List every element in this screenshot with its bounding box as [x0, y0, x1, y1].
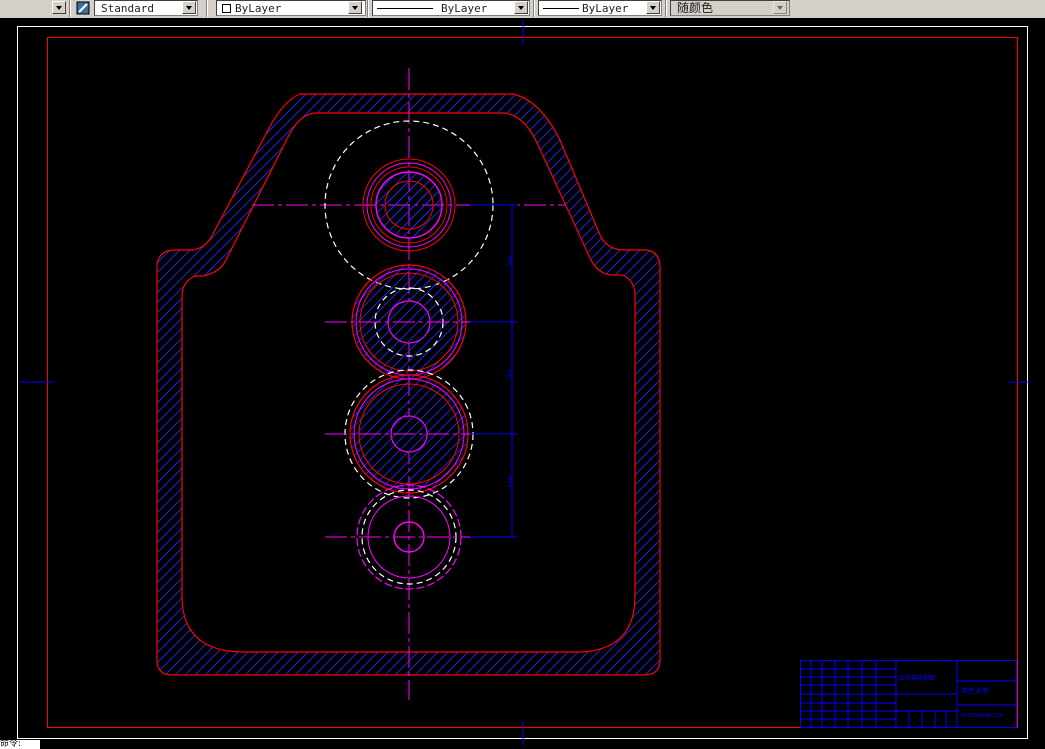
title-drawing-name: 齿轮箱装配图 [899, 674, 935, 682]
plot-style-dropdown-arrow [773, 1, 787, 14]
toolbar-separator [367, 0, 369, 17]
lineweight-dropdown-arrow[interactable] [646, 1, 660, 14]
lineweight-sample [543, 8, 579, 9]
title-school: 学生大学 [961, 686, 989, 695]
command-prompt: 命令: [0, 740, 40, 749]
plot-style-combo: 随颜色 [670, 0, 790, 16]
linetype-dropdown-arrow[interactable] [514, 1, 528, 14]
layer-value: ByLayer [235, 2, 282, 15]
text-style-icon[interactable] [76, 1, 90, 15]
toolbar-separator [533, 0, 535, 17]
title-drawing-number: 01000193J8-124 [961, 713, 1002, 719]
dimension-texts: 200 150 160 [507, 255, 514, 488]
dimension-text: 150 [507, 369, 514, 381]
plot-style-value: 随颜色 [677, 1, 714, 15]
linetype-combo[interactable]: ByLayer [372, 0, 530, 16]
dimension-text: 160 [507, 476, 514, 488]
layer-dropdown-arrow[interactable] [348, 1, 362, 14]
gear-3 [325, 369, 493, 499]
toolbar-separator [206, 0, 208, 17]
drawing-canvas[interactable]: 200 150 160 齿轮箱装配图 学生大学 01000193J8-124 [0, 18, 1045, 749]
toolbar-separator [69, 0, 71, 17]
toolbar-separator [665, 0, 667, 17]
cad-drawing[interactable]: 200 150 160 齿轮箱装配图 学生大学 01000193J8-124 [0, 18, 1045, 749]
layer-combo[interactable]: ByLayer [216, 0, 366, 16]
color-swatch-icon [222, 4, 231, 13]
sheet-inner-frame [47, 37, 1018, 728]
properties-toolbar: Standard ByLayer ByLayer ByLayer 随颜色 [0, 0, 1045, 19]
lineweight-combo[interactable]: ByLayer [538, 0, 662, 16]
text-style-dropdown-arrow[interactable] [182, 1, 196, 14]
text-style-value: Standard [101, 2, 154, 15]
linetype-value: ByLayer [441, 2, 488, 15]
gear-2 [325, 264, 493, 380]
prev-dropdown-arrow[interactable] [52, 1, 66, 14]
linetype-sample [377, 8, 433, 9]
lineweight-value: ByLayer [582, 2, 629, 15]
dimension-text: 200 [507, 255, 514, 267]
